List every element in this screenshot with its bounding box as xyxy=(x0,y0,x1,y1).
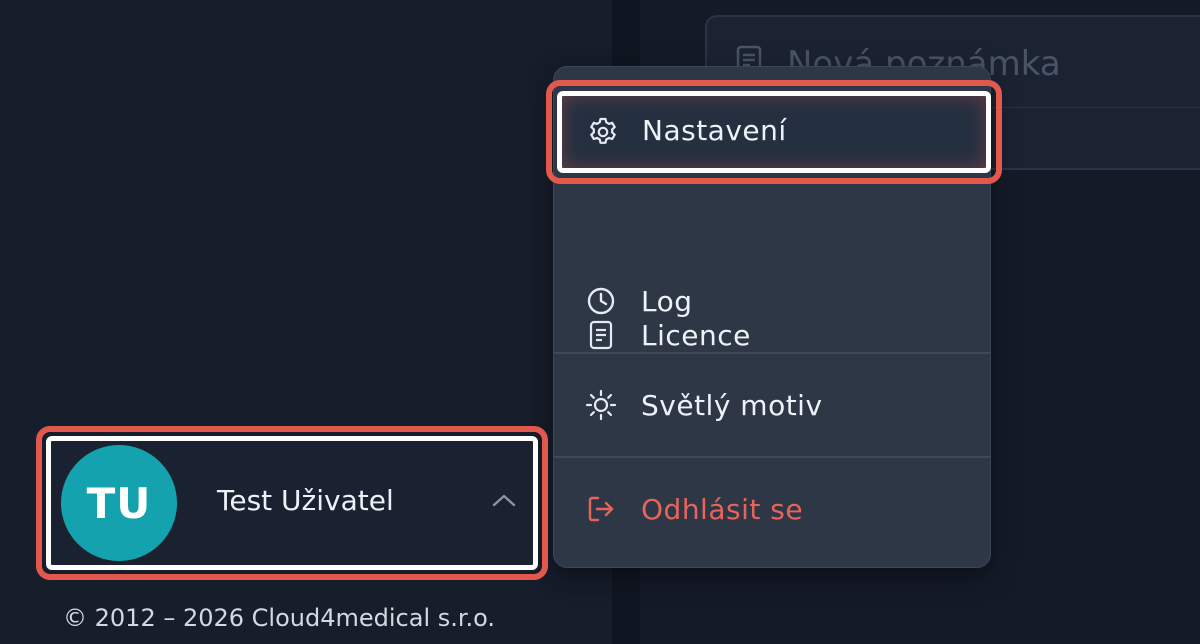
menu-item-logout[interactable]: Odhlásit se xyxy=(554,469,990,549)
gear-icon xyxy=(586,115,620,149)
logout-icon xyxy=(584,492,618,526)
clock-icon xyxy=(584,284,618,318)
user-name: Test Uživatel xyxy=(217,484,394,517)
menu-separator xyxy=(554,352,990,354)
menu-item-log[interactable]: Log xyxy=(554,261,990,341)
menu-item-label: Světlý motiv xyxy=(641,388,823,422)
avatar: TU xyxy=(61,445,177,561)
sun-icon xyxy=(584,388,618,422)
menu-item-settings[interactable]: Nastavení xyxy=(557,91,991,173)
menu-item-light-theme[interactable]: Světlý motiv xyxy=(554,365,990,445)
menu-item-label: Log xyxy=(641,284,693,318)
copyright-text: © 2012 – 2026 Cloud4medical s.r.o. xyxy=(63,604,496,632)
menu-separator xyxy=(554,456,990,458)
menu-item-label: Odhlásit se xyxy=(641,492,804,526)
chevron-up-icon xyxy=(490,490,518,510)
menu-item-label: Nastavení xyxy=(642,114,787,147)
